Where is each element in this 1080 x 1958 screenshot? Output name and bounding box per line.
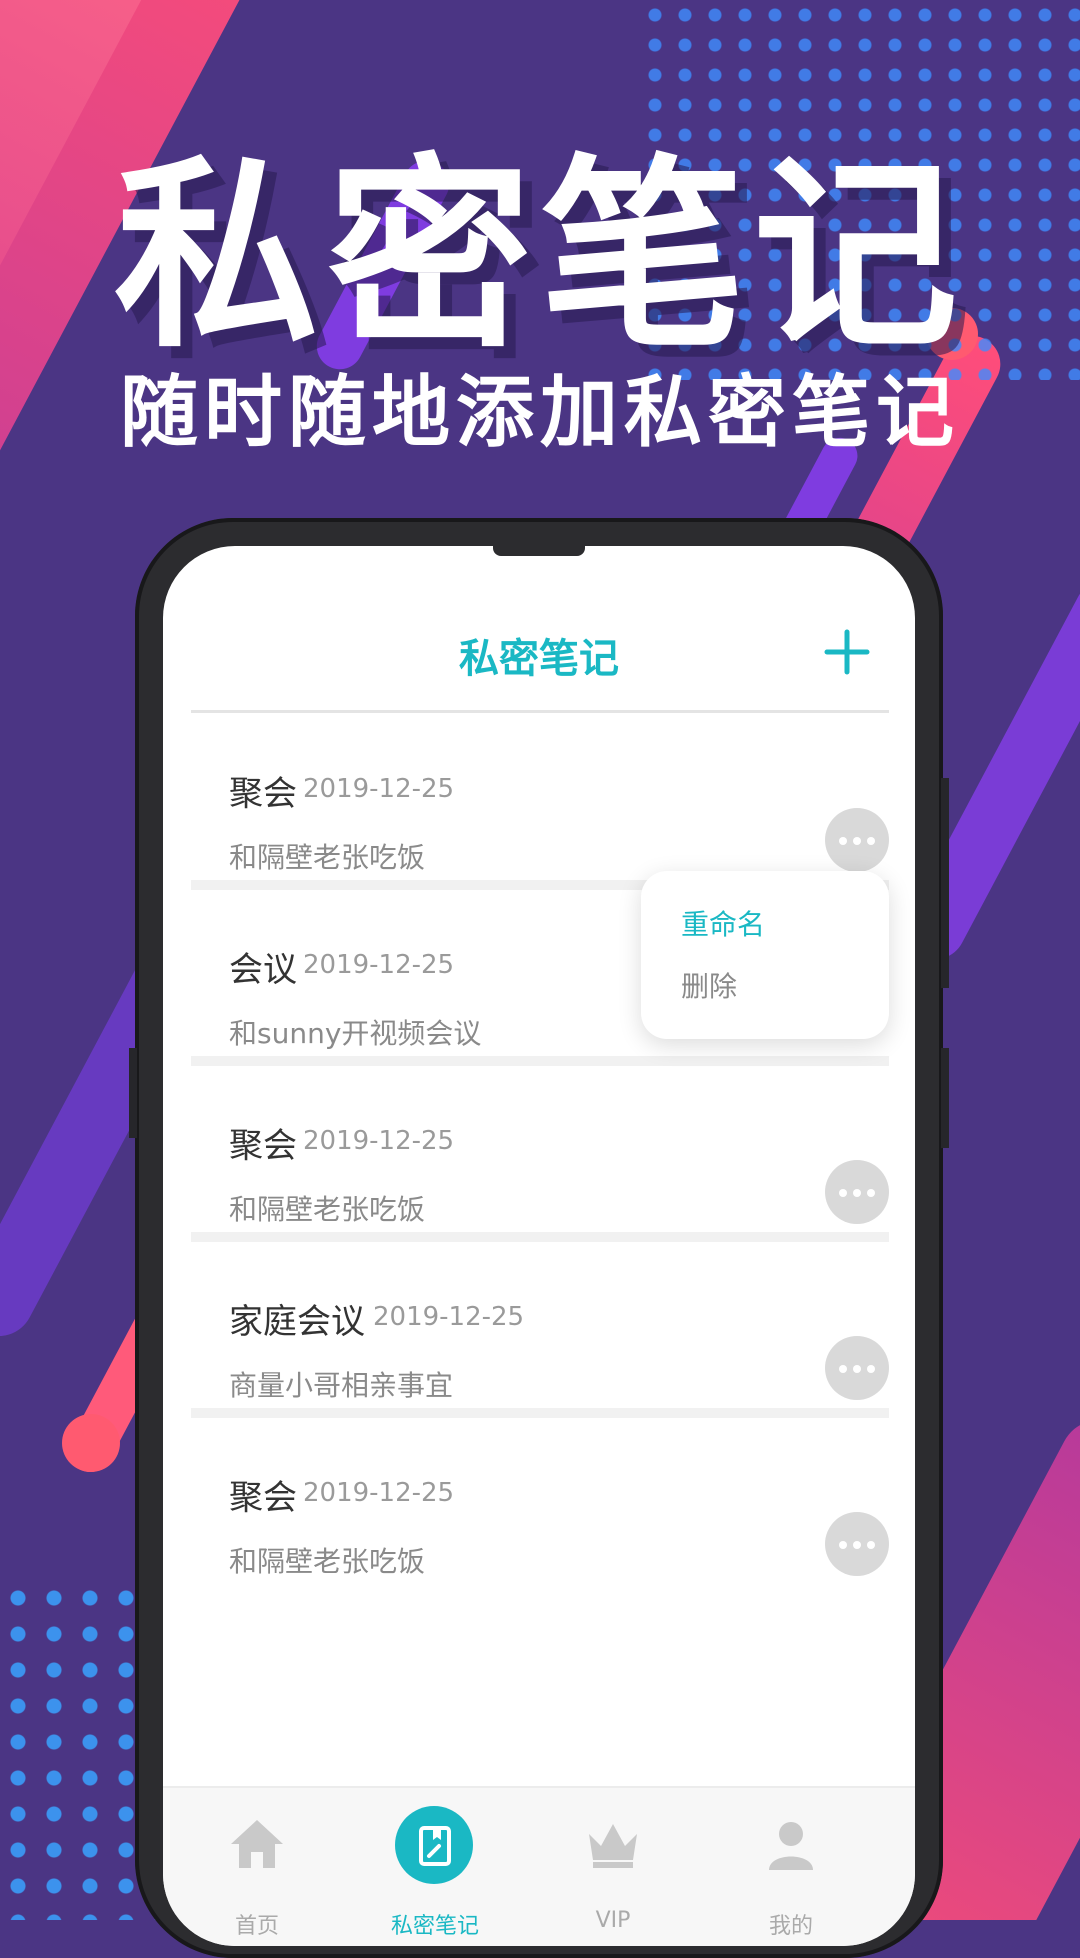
- note-date: 2019-12-25: [373, 1302, 525, 1332]
- more-icon-dot: [867, 1541, 875, 1549]
- plus-icon: [824, 629, 870, 675]
- note-description: 商量小哥相亲事宜: [229, 1369, 454, 1402]
- note-description: 和sunny开视频会议: [229, 1017, 482, 1050]
- tab-home[interactable]: 首页: [163, 1788, 351, 1946]
- promo-subtitle: 随时随地添加私密笔记: [119, 368, 960, 458]
- list-item[interactable]: 家庭会议 2019-12-25 商量小哥相亲事宜: [191, 1242, 889, 1418]
- phone-notch: [493, 546, 585, 556]
- note-description: 和隔壁老张吃饭: [229, 1545, 426, 1578]
- tab-notes[interactable]: 私密笔记: [341, 1788, 529, 1946]
- more-icon-dot: [867, 837, 875, 845]
- tab-label: 首页: [234, 1914, 279, 1939]
- more-icon-dot: [867, 1365, 875, 1373]
- more-icon-dot: [853, 837, 861, 845]
- more-icon-dot: [839, 1189, 847, 1197]
- bg-circle: [62, 1414, 120, 1472]
- phone-side-button: [129, 1048, 137, 1138]
- phone-side-button: [941, 778, 949, 988]
- more-icon-dot: [839, 837, 847, 845]
- note-title: 会议: [229, 950, 297, 990]
- note-list: 聚会 2019-12-25 和隔壁老张吃饭 会议 2019-12-25 和sun…: [191, 714, 889, 1584]
- tab-vip[interactable]: VIP: [519, 1788, 707, 1946]
- app-header: 私密笔记: [163, 616, 915, 700]
- more-icon-dot: [867, 1189, 875, 1197]
- bottom-tab-bar: 首页 私密笔记 VIP 我的: [163, 1786, 915, 1946]
- tab-mine[interactable]: 我的: [697, 1788, 885, 1946]
- rename-menu-item[interactable]: 重命名: [681, 903, 765, 943]
- delete-menu-item[interactable]: 删除: [681, 965, 737, 1005]
- tab-label: VIP: [595, 1908, 631, 1933]
- more-icon-dot: [853, 1541, 861, 1549]
- user-icon: [769, 1822, 813, 1870]
- page-title: 私密笔记: [459, 636, 619, 682]
- tab-label: 私密笔记: [390, 1914, 479, 1939]
- more-options-button[interactable]: [825, 1160, 889, 1224]
- phone-screen: 私密笔记 聚会 2019-12-25 和隔壁老张吃饭 会议 2019-12-25…: [163, 546, 915, 1946]
- note-title: 家庭会议: [229, 1302, 365, 1342]
- note-icon: [419, 1826, 451, 1866]
- phone-side-button: [941, 1048, 949, 1148]
- note-date: 2019-12-25: [303, 1478, 455, 1508]
- more-icon-dot: [853, 1365, 861, 1373]
- more-options-button[interactable]: [825, 1512, 889, 1576]
- note-date: 2019-12-25: [303, 1126, 455, 1156]
- note-description: 和隔壁老张吃饭: [229, 841, 426, 874]
- add-note-button[interactable]: [817, 622, 877, 682]
- list-item[interactable]: 聚会 2019-12-25 和隔壁老张吃饭: [191, 1418, 889, 1584]
- home-icon: [231, 1820, 283, 1868]
- note-date: 2019-12-25: [303, 774, 455, 804]
- promo-title: 私密笔记: [114, 138, 966, 376]
- note-title: 聚会: [229, 1126, 297, 1166]
- context-menu: 重命名 删除: [641, 871, 889, 1039]
- more-icon-dot: [853, 1189, 861, 1197]
- more-options-button[interactable]: [825, 808, 889, 872]
- note-title: 聚会: [229, 774, 297, 814]
- tab-label: 我的: [768, 1914, 813, 1939]
- note-date: 2019-12-25: [303, 950, 455, 980]
- crown-icon: [589, 1824, 637, 1868]
- list-item[interactable]: 聚会 2019-12-25 和隔壁老张吃饭: [191, 714, 889, 890]
- more-icon-dot: [839, 1365, 847, 1373]
- list-item[interactable]: 聚会 2019-12-25 和隔壁老张吃饭: [191, 1066, 889, 1242]
- note-title: 聚会: [229, 1478, 297, 1518]
- more-options-button[interactable]: [825, 1336, 889, 1400]
- more-icon-dot: [839, 1541, 847, 1549]
- header-divider: [191, 710, 889, 713]
- note-description: 和隔壁老张吃饭: [229, 1193, 426, 1226]
- phone-frame: 私密笔记 聚会 2019-12-25 和隔壁老张吃饭 会议 2019-12-25…: [129, 518, 949, 1958]
